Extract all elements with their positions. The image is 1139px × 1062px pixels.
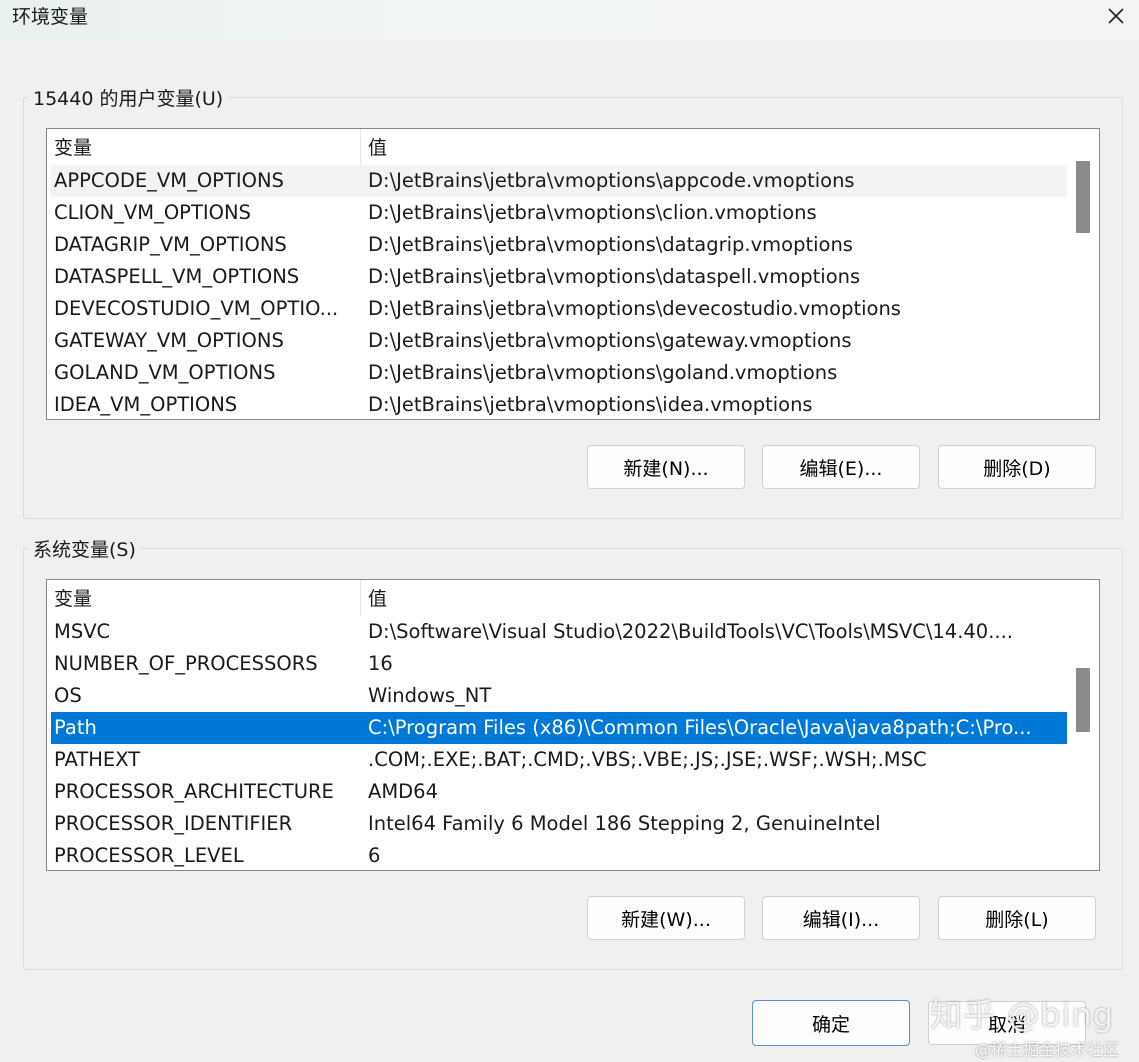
user-vars-rows: APPCODE_VM_OPTIONS D:\JetBrains\jetbra\vm…	[51, 165, 1067, 419]
variable-name: NUMBER_OF_PROCESSORS	[54, 652, 318, 675]
variable-value: D:\Software\Visual Studio\2022\BuildTool…	[368, 620, 1014, 643]
table-row[interactable]: MSVC D:\Software\Visual Studio\2022\Build…	[51, 616, 1067, 648]
variable-value: .COM;.EXE;.BAT;.CMD;.VBS;.VBE;.JS;.JSE;.…	[368, 748, 927, 771]
variable-name: DEVECOSTUDIO_VM_OPTIO...	[54, 297, 339, 320]
variable-value: D:\JetBrains\jetbra\vmoptions\appcode.vm…	[368, 169, 855, 192]
variable-value: Intel64 Family 6 Model 186 Stepping 2, G…	[368, 812, 881, 835]
user-vars-list[interactable]: 变量 值 APPCODE_VM_OPTIONS D:\JetBrains\jetb…	[46, 128, 1100, 420]
table-row[interactable]: PROCESSOR_IDENTIFIER Intel64 Family 6 Mod…	[51, 808, 1067, 840]
title-bar: 环境变量	[0, 0, 1139, 40]
variable-name: DATASPELL_VM_OPTIONS	[54, 265, 300, 288]
variable-value: D:\JetBrains\jetbra\vmoptions\devecostud…	[368, 297, 901, 320]
table-row[interactable]: DEVECOSTUDIO_VM_OPTIO... D:\JetBrains\jet…	[51, 293, 1067, 325]
table-row-selected[interactable]: Path C:\Program Files (x86)\Common Files\…	[51, 712, 1067, 744]
variable-name: GATEWAY_VM_OPTIONS	[54, 329, 284, 352]
user-vars-header: 变量 值	[47, 129, 1065, 165]
user-delete-button[interactable]: 删除(D)	[938, 445, 1096, 489]
table-row[interactable]: CLION_VM_OPTIONS D:\JetBrains\jetbra\vmop…	[51, 197, 1067, 229]
variable-name: PROCESSOR_ARCHITECTURE	[54, 780, 334, 803]
variable-name: OS	[54, 684, 82, 707]
table-row[interactable]: PROCESSOR_ARCHITECTURE AMD64	[51, 776, 1067, 808]
variable-name: PROCESSOR_LEVEL	[54, 844, 244, 867]
window-title: 环境变量	[12, 6, 89, 28]
table-row[interactable]: GATEWAY_VM_OPTIONS D:\JetBrains\jetbra\vm…	[51, 325, 1067, 357]
user-vars-label: 15440 的用户变量(U)	[29, 84, 228, 111]
variable-value: D:\JetBrains\jetbra\vmoptions\dataspell.…	[368, 265, 861, 288]
variable-name: MSVC	[54, 620, 111, 643]
ok-button[interactable]: 确定	[752, 1000, 910, 1046]
table-row[interactable]: DATAGRIP_VM_OPTIONS D:\JetBrains\jetbra\v…	[51, 229, 1067, 261]
table-row[interactable]: PATHEXT .COM;.EXE;.BAT;.CMD;.VBS;.VBE;.JS…	[51, 744, 1067, 776]
system-vars-rows: MSVC D:\Software\Visual Studio\2022\Build…	[51, 616, 1067, 870]
system-vars-scrollbar[interactable]	[1069, 580, 1099, 870]
watermark-sub: @稀土掘金技术社区	[975, 1040, 1120, 1059]
scrollbar-thumb[interactable]	[1076, 161, 1090, 233]
column-header-variable[interactable]: 变量	[47, 129, 360, 165]
variable-value: Windows_NT	[368, 684, 492, 707]
variable-name: PROCESSOR_IDENTIFIER	[54, 812, 293, 835]
table-row[interactable]: DATASPELL_VM_OPTIONS D:\JetBrains\jetbra\…	[51, 261, 1067, 293]
watermark: 知乎 @bing	[930, 996, 1114, 1034]
variable-name: GOLAND_VM_OPTIONS	[54, 361, 276, 384]
variable-name: IDEA_VM_OPTIONS	[54, 393, 238, 416]
variable-value: D:\JetBrains\jetbra\vmoptions\datagrip.v…	[368, 233, 853, 256]
table-row[interactable]: PROCESSOR_LEVEL 6	[51, 840, 1067, 870]
table-row[interactable]: GOLAND_VM_OPTIONS D:\JetBrains\jetbra\vmo…	[51, 357, 1067, 389]
variable-value: D:\JetBrains\jetbra\vmoptions\idea.vmopt…	[368, 393, 813, 416]
variable-value: 6	[368, 844, 381, 867]
variable-name: APPCODE_VM_OPTIONS	[54, 169, 284, 192]
variable-value: AMD64	[368, 780, 438, 803]
scrollbar-thumb[interactable]	[1076, 668, 1090, 732]
column-header-value[interactable]: 值	[361, 580, 1061, 616]
user-new-button[interactable]: 新建(N)...	[587, 445, 745, 489]
table-row[interactable]: IDEA_VM_OPTIONS D:\JetBrains\jetbra\vmopt…	[51, 389, 1067, 419]
table-row[interactable]: NUMBER_OF_PROCESSORS 16	[51, 648, 1067, 680]
column-header-value[interactable]: 值	[361, 129, 1061, 165]
variable-value: D:\JetBrains\jetbra\vmoptions\goland.vmo…	[368, 361, 838, 384]
close-icon	[1108, 8, 1124, 24]
variable-value: D:\JetBrains\jetbra\vmoptions\gateway.vm…	[368, 329, 852, 352]
system-new-button[interactable]: 新建(W)...	[587, 896, 745, 940]
variable-name: CLION_VM_OPTIONS	[54, 201, 251, 224]
close-button[interactable]	[1093, 0, 1139, 32]
column-header-variable[interactable]: 变量	[47, 580, 360, 616]
system-edit-button[interactable]: 编辑(I)...	[762, 896, 920, 940]
user-vars-scrollbar[interactable]	[1069, 129, 1099, 419]
variable-name: DATAGRIP_VM_OPTIONS	[54, 233, 287, 256]
system-vars-label: 系统变量(S)	[29, 535, 140, 562]
variable-name: PATHEXT	[54, 748, 141, 771]
variable-name: Path	[54, 716, 97, 739]
system-delete-button[interactable]: 删除(L)	[938, 896, 1096, 940]
variable-value: D:\JetBrains\jetbra\vmoptions\clion.vmop…	[368, 201, 817, 224]
table-row[interactable]: APPCODE_VM_OPTIONS D:\JetBrains\jetbra\vm…	[51, 165, 1067, 197]
table-row[interactable]: OS Windows_NT	[51, 680, 1067, 712]
variable-value: C:\Program Files (x86)\Common Files\Orac…	[368, 716, 1032, 739]
user-edit-button[interactable]: 编辑(E)...	[762, 445, 920, 489]
system-vars-header: 变量 值	[47, 580, 1065, 616]
variable-value: 16	[368, 652, 393, 675]
system-vars-list[interactable]: 变量 值 MSVC D:\Software\Visual Studio\2022\…	[46, 579, 1100, 871]
